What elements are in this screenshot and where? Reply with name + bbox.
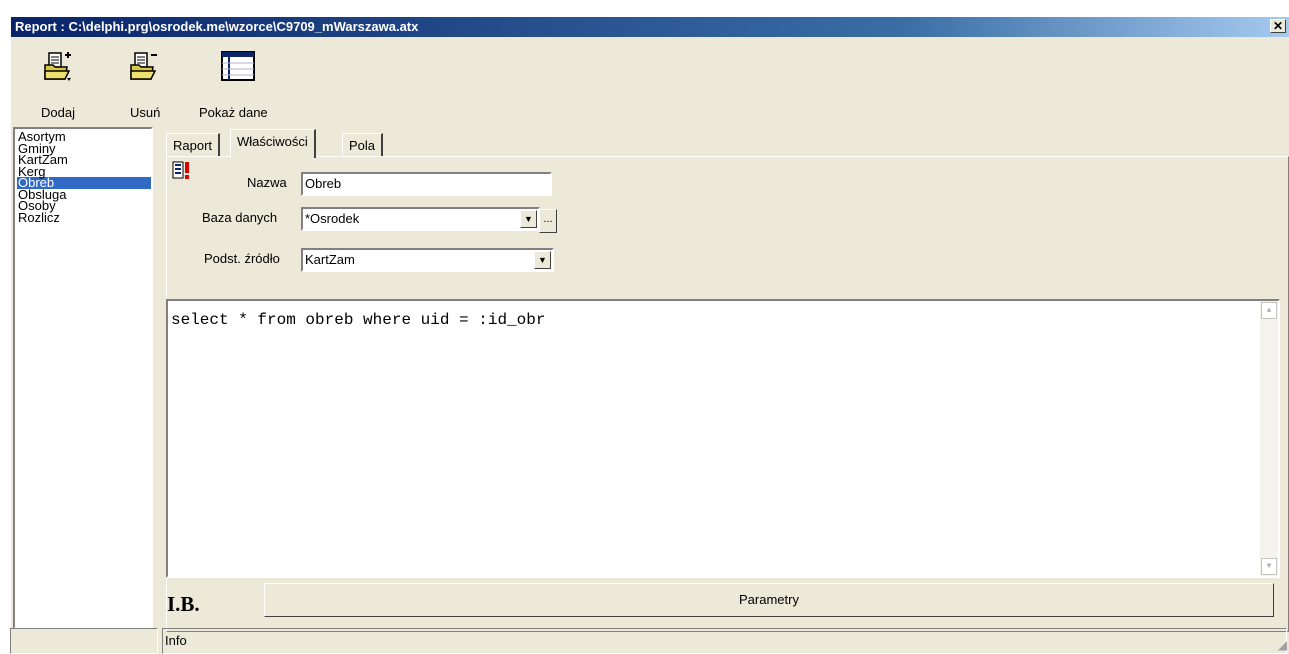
parameters-button[interactable]: Parametry [264,583,1274,617]
database-browse-button[interactable]: ... [539,209,557,233]
scroll-up-icon[interactable]: ▲ [1261,302,1277,319]
show-data-button[interactable]: Pokaż dane [196,45,286,120]
database-value: *Osrodek [305,211,360,226]
close-icon: ✕ [1272,19,1284,33]
name-label: Nazwa [247,175,287,190]
resize-grip-icon[interactable]: ◢ [1278,638,1287,652]
source-label: Podst. źródło [204,251,280,266]
remove-label: Usuń [130,105,161,120]
add-folder-icon [43,51,73,86]
status-panel-left [10,628,158,654]
name-field[interactable]: Obreb [301,172,552,196]
initials-label: I.B. [167,592,200,616]
tab-raport[interactable]: Raport [166,133,221,157]
remove-folder-icon [129,51,159,86]
add-button[interactable]: Dodaj [31,45,91,120]
sql-editor[interactable]: select * from obreb where uid = :id_obr … [166,299,1280,578]
table-icon [221,51,255,84]
tab-label: Właściwości [237,134,308,149]
tab-wlasciwosci[interactable]: Właściwości [230,129,316,158]
close-button[interactable]: ✕ [1270,19,1286,33]
title-bar: Report : C:\delphi.prg\osrodek.me\wzorce… [11,17,1289,37]
list-item[interactable]: Rozlicz [17,211,151,223]
report-list[interactable]: Asortym Gminy KartZam Kerg Obreb Obsluga… [13,127,153,629]
status-info-text: Info [165,633,187,648]
vertical-scrollbar[interactable]: ▲ ▼ [1260,301,1278,576]
source-value: KartZam [305,252,355,267]
window-title: Report : C:\delphi.prg\osrodek.me\wzorce… [15,19,419,34]
tab-label: Raport [173,138,213,153]
tab-pola[interactable]: Pola [342,133,384,157]
status-bar: Info ◢ [0,628,1289,654]
sql-text: select * from obreb where uid = :id_obr [171,311,546,329]
tab-label: Pola [349,138,376,153]
add-label: Dodaj [41,105,75,120]
scroll-down-icon[interactable]: ▼ [1261,558,1277,575]
report-warning-icon [171,160,193,185]
chevron-down-icon[interactable]: ▼ [534,251,551,269]
status-panel-info: Info [162,628,1287,654]
show-data-label: Pokaż dane [199,105,268,120]
toolbar: Dodaj Usuń Pokaż dane [11,37,1289,125]
report-window: Report : C:\delphi.prg\osrodek.me\wzorce… [10,16,1289,654]
database-select[interactable]: *Osrodek ▼ [301,207,540,231]
chevron-down-icon[interactable]: ▼ [520,210,537,228]
source-select[interactable]: KartZam ▼ [301,248,554,272]
database-label: Baza danych [202,210,278,225]
remove-button[interactable]: Usuń [119,45,169,120]
